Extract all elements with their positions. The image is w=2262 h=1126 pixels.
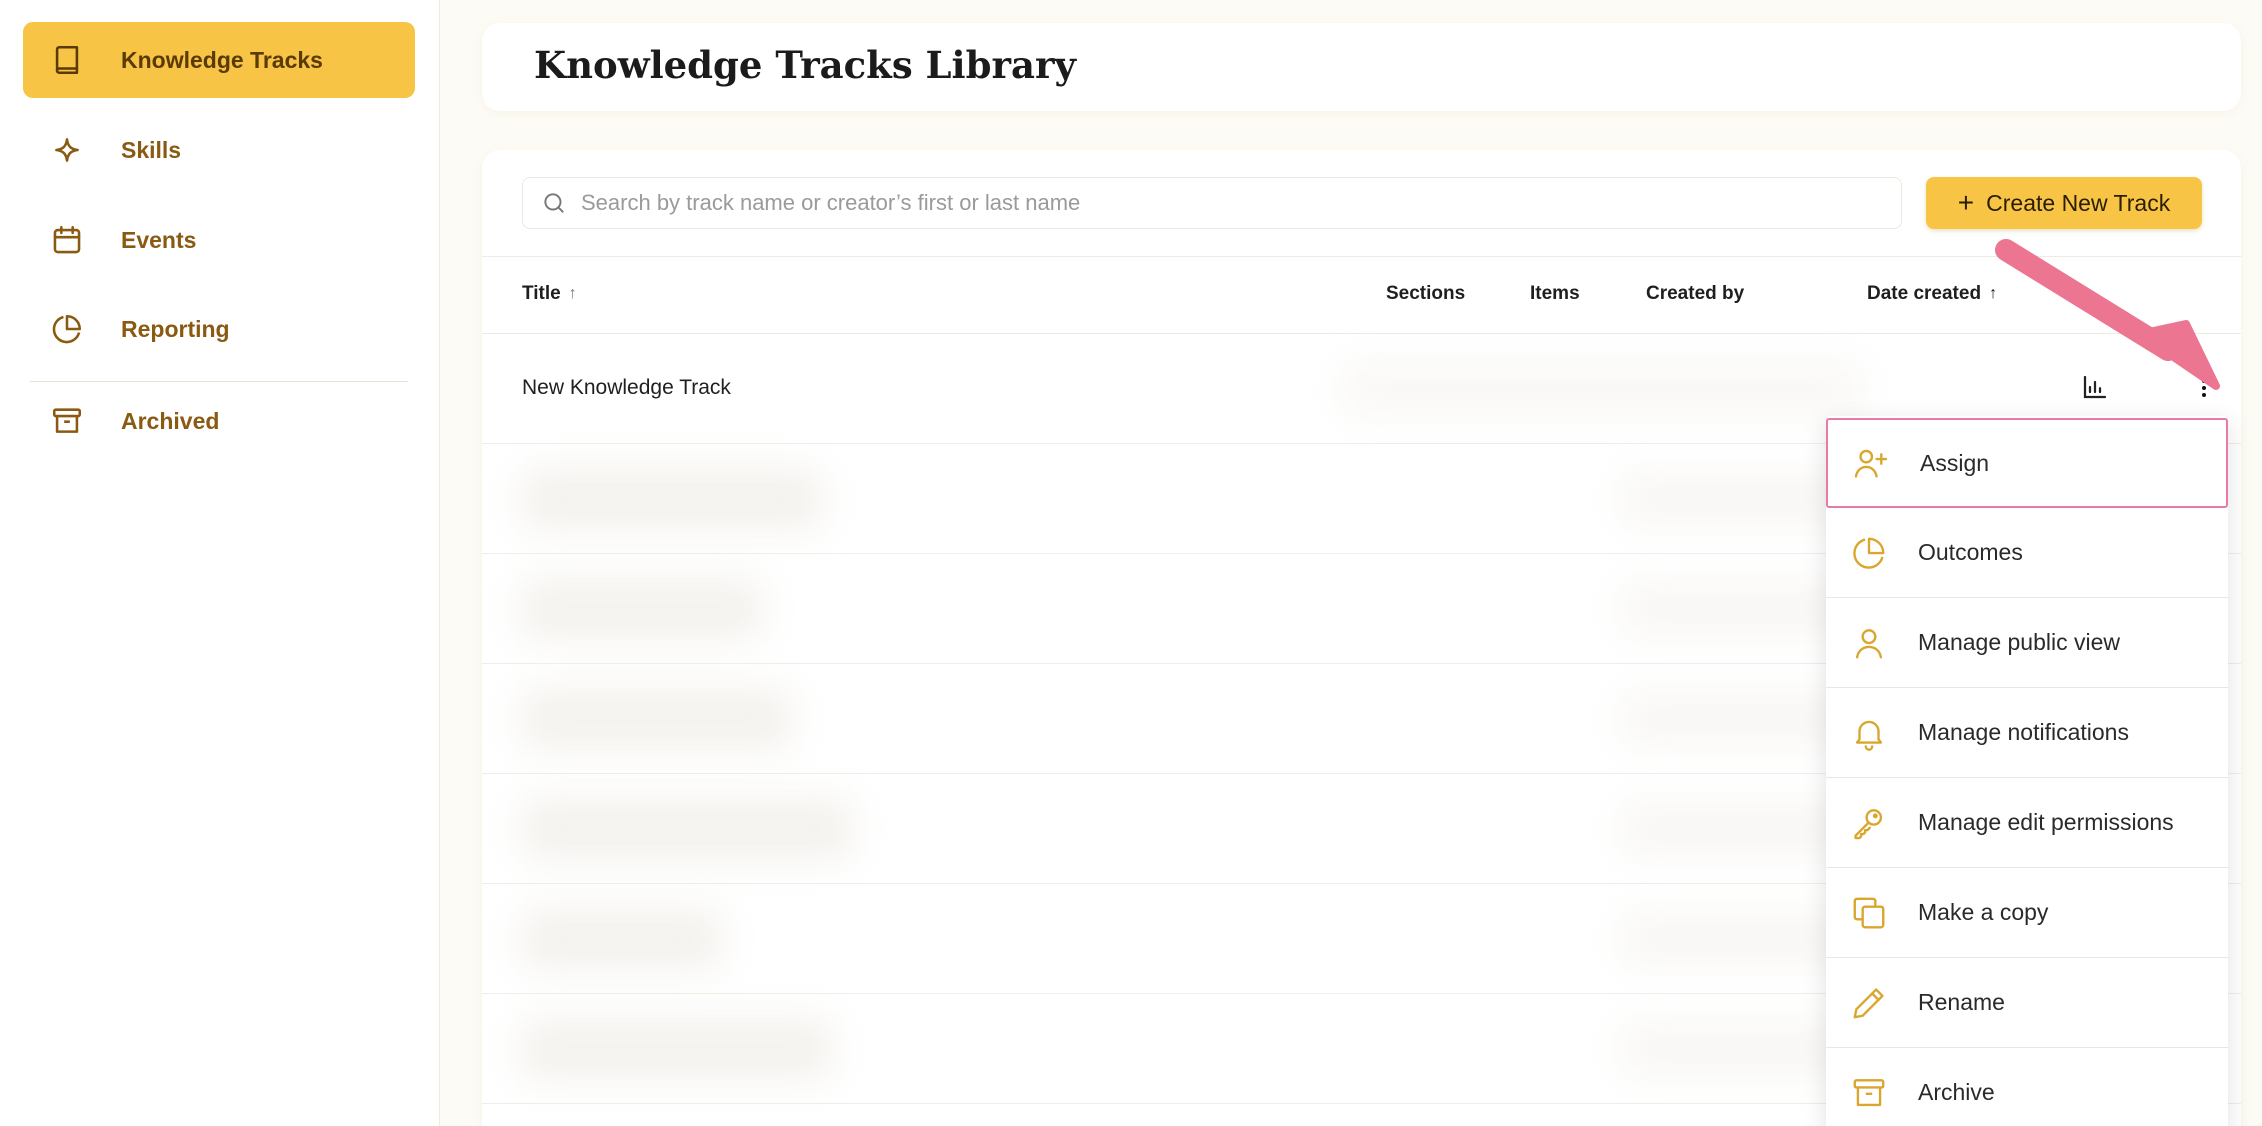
plus-icon: + [1957, 187, 1975, 218]
create-new-track-label: Create New Track [1986, 189, 2171, 216]
row-actions-menu: Assign Outcomes Manage public view Manag… [1826, 416, 2228, 1126]
user-icon [1850, 624, 1888, 662]
menu-item-outcomes[interactable]: Outcomes [1826, 508, 2228, 598]
blurred-row-content [522, 909, 722, 969]
blurred-row-content [522, 579, 762, 639]
sidebar-item-label: Reporting [121, 315, 230, 342]
blurred-row-content [522, 799, 852, 859]
blurred-row-content [522, 689, 792, 749]
sort-arrow-up-icon: ↑ [568, 285, 577, 302]
menu-item-manage-edit-permissions[interactable]: Manage edit permissions [1826, 778, 2228, 868]
menu-item-label: Assign [1920, 449, 1990, 476]
menu-item-label: Outcomes [1918, 539, 2023, 565]
menu-item-label: Make a copy [1918, 899, 2049, 925]
sidebar-item-reporting[interactable]: Reporting [23, 291, 415, 367]
key-icon [1850, 804, 1888, 842]
menu-item-assign[interactable]: Assign [1826, 418, 2228, 508]
sidebar-item-knowledge-tracks[interactable]: Knowledge Tracks [23, 22, 415, 98]
column-header-created-by[interactable]: Created by [1646, 283, 1744, 305]
column-header-date-created[interactable]: Date created ↑ [1867, 283, 1997, 305]
page-header: Knowledge Tracks Library [482, 23, 2241, 111]
menu-item-rename[interactable]: Rename [1826, 958, 2228, 1048]
menu-item-archive[interactable]: Archive [1826, 1048, 2228, 1126]
search-box[interactable] [522, 177, 1902, 229]
archive-icon [1850, 1074, 1888, 1112]
column-header-title[interactable]: Title ↑ [522, 283, 577, 305]
sidebar-item-label: Knowledge Tracks [121, 46, 323, 73]
search-icon [541, 190, 567, 216]
book-icon [49, 42, 85, 78]
sidebar-divider [30, 381, 408, 382]
column-header-items[interactable]: Items [1530, 283, 1580, 305]
annotation-arrow [1995, 239, 2220, 390]
menu-item-label: Manage edit permissions [1918, 809, 2174, 835]
user-plus-icon [1852, 444, 1890, 482]
blurred-row-content [1342, 364, 1862, 414]
menu-item-manage-public-view[interactable]: Manage public view [1826, 598, 2228, 688]
pie-chart-icon [49, 311, 85, 347]
sidebar-item-archived[interactable]: Archived [23, 383, 415, 459]
menu-item-label: Archive [1918, 1079, 1995, 1105]
sidebar-item-label: Archived [121, 407, 220, 434]
calendar-icon [49, 222, 85, 258]
archive-icon [49, 403, 85, 439]
row-title: New Knowledge Track [522, 376, 731, 399]
menu-item-manage-notifications[interactable]: Manage notifications [1826, 688, 2228, 778]
pie-chart-icon [1850, 534, 1888, 572]
menu-item-make-a-copy[interactable]: Make a copy [1826, 868, 2228, 958]
blurred-row-content [522, 469, 822, 529]
menu-item-label: Rename [1918, 989, 2005, 1015]
table-header: Title ↑ Sections Items Created by Date c… [482, 256, 2241, 334]
page-title: Knowledge Tracks Library [534, 43, 1076, 87]
menu-item-label: Manage public view [1918, 629, 2121, 655]
blurred-row-content [522, 1019, 832, 1079]
sparkle-icon [49, 132, 85, 168]
pencil-icon [1850, 984, 1888, 1022]
menu-item-label: Manage notifications [1918, 719, 2129, 745]
sidebar: Knowledge Tracks Skills Events Reporting… [0, 0, 440, 1126]
column-header-sections[interactable]: Sections [1386, 283, 1465, 305]
sidebar-item-skills[interactable]: Skills [23, 112, 415, 188]
copy-icon [1850, 894, 1888, 932]
bell-icon [1850, 714, 1888, 752]
sidebar-item-label: Events [121, 226, 197, 253]
sidebar-item-events[interactable]: Events [23, 202, 415, 278]
search-input[interactable] [581, 190, 1901, 216]
sidebar-item-label: Skills [121, 136, 182, 163]
create-new-track-button[interactable]: + Create New Track [1926, 177, 2202, 229]
